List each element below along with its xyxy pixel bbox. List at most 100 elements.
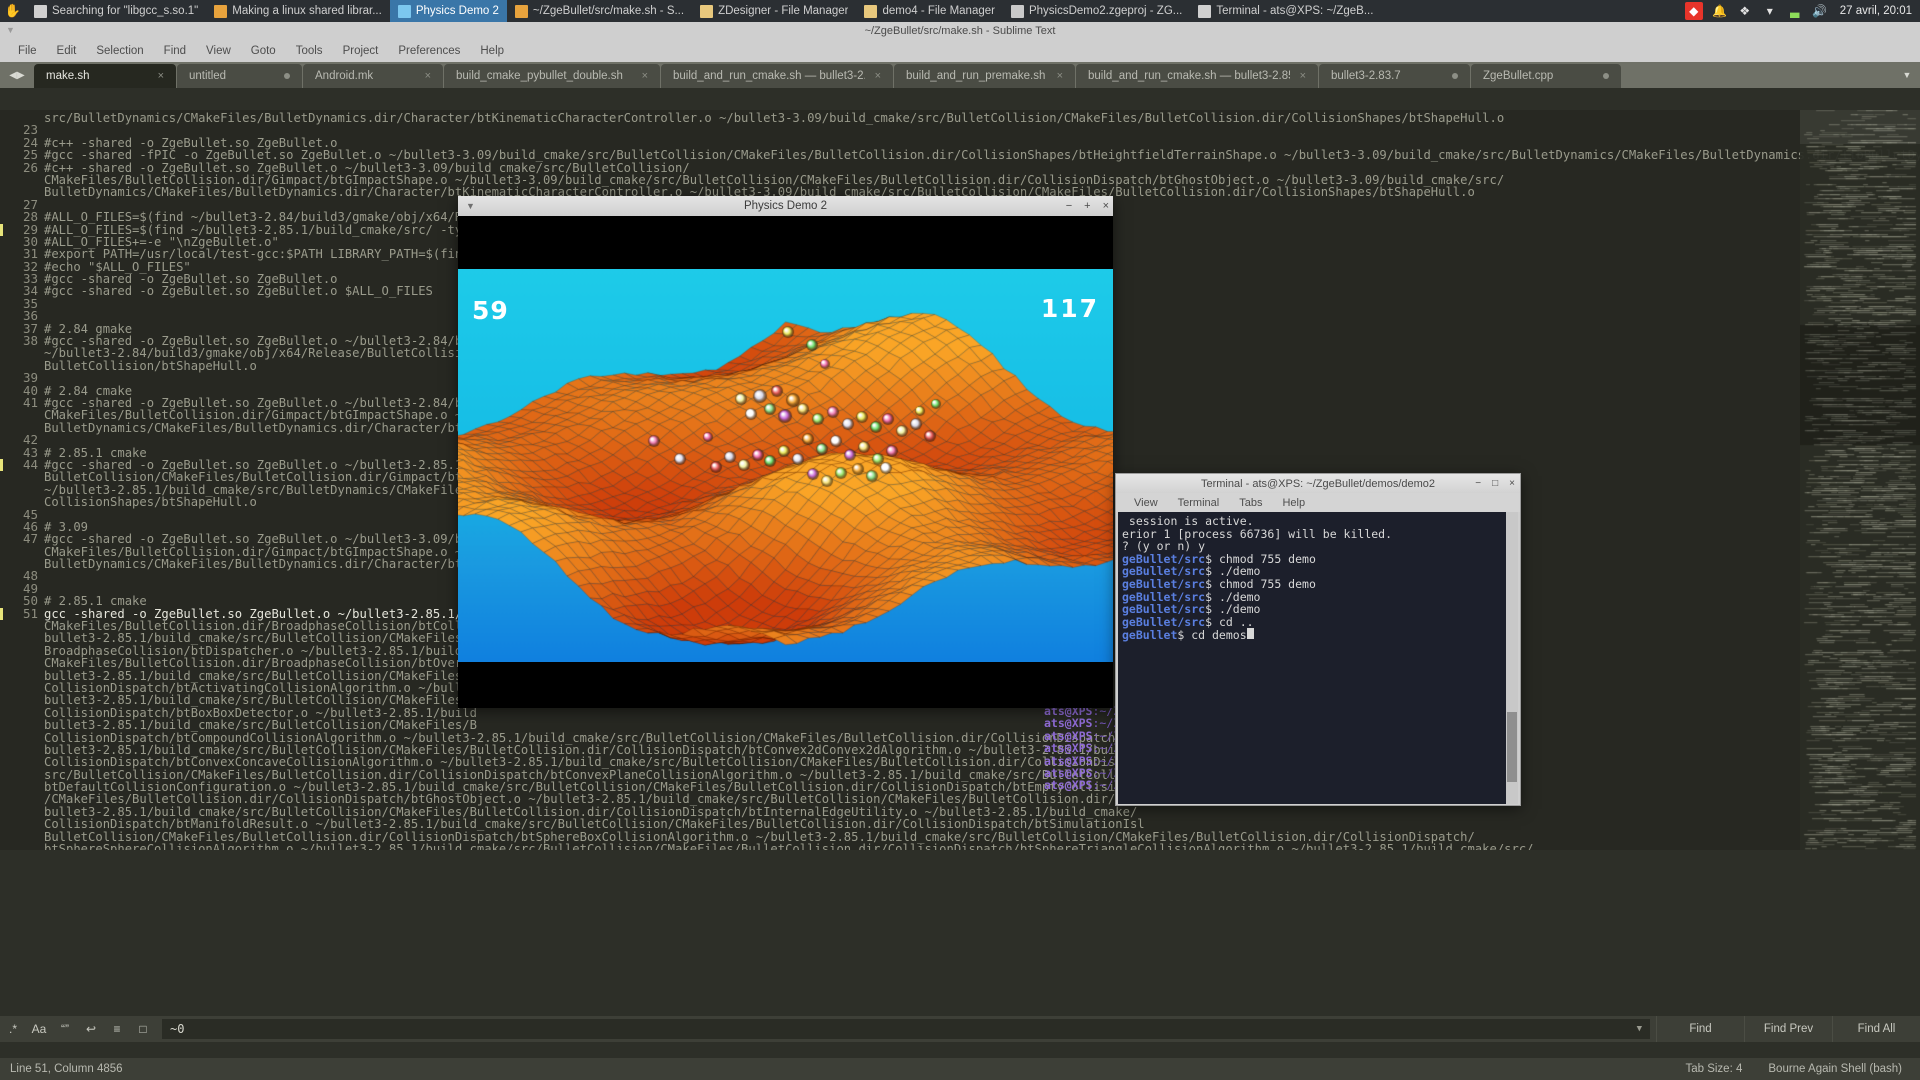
find-button[interactable]: Find <box>1656 1016 1744 1042</box>
editor-tab-7[interactable]: bullet3-2.83.7 <box>1319 64 1470 88</box>
window-menu-icon[interactable]: ▼ <box>466 201 475 211</box>
code-line: CollisionDispatch/btManifoldResult.o ~/b… <box>44 817 1145 832</box>
demo-render-canvas[interactable]: 59 117 <box>458 216 1113 708</box>
tab-nav-arrows[interactable]: ◀▶ <box>0 62 34 88</box>
maximize-button[interactable]: □ <box>1492 478 1498 489</box>
taskbar-item-1[interactable]: Making a linux shared librar... <box>206 0 390 22</box>
folder-icon <box>864 4 878 18</box>
taskbar-item-6[interactable]: PhysicsDemo2.zgeproj - ZG... <box>1003 0 1190 22</box>
taskbar-item-4[interactable]: ZDesigner - File Manager <box>692 0 856 22</box>
whole-word-icon[interactable]: “” <box>52 1016 78 1042</box>
chevron-down-icon[interactable]: ▼ <box>1637 1024 1642 1034</box>
menu-find[interactable]: Find <box>154 40 196 62</box>
editor-tab-0[interactable]: make.sh × <box>34 64 176 88</box>
line-number <box>0 719 38 731</box>
taskbar-item-3[interactable]: ~/ZgeBullet/src/make.sh - S... <box>507 0 692 22</box>
find-input-value: ~0 <box>170 1022 185 1036</box>
editor-tab-5[interactable]: build_and_run_premake.sh × <box>894 64 1075 88</box>
taskbar-item-0[interactable]: Searching for "libgcc_s.so.1" <box>26 0 206 22</box>
menu-edit[interactable]: Edit <box>47 40 87 62</box>
chevron-down-icon[interactable]: ▼ <box>6 25 15 35</box>
wrap-icon[interactable]: ↩ <box>78 1016 104 1042</box>
highlight-icon[interactable]: □ <box>130 1016 156 1042</box>
terminal-scrollbar[interactable] <box>1506 512 1518 804</box>
menu-view[interactable]: View <box>196 40 241 62</box>
tab-modified-dot[interactable] <box>1452 73 1458 79</box>
line-number: 26 <box>22 159 38 175</box>
find-prev-button[interactable]: Find Prev <box>1744 1016 1832 1042</box>
terminal-line: geBullet/src$ cd .. <box>1122 614 1254 629</box>
notification-bell-icon[interactable]: 🔔 <box>1712 3 1728 19</box>
terminal-menu-view[interactable]: View <box>1124 497 1168 509</box>
minimize-button[interactable]: − <box>1475 478 1481 489</box>
tab-close-icon[interactable]: × <box>1057 70 1063 82</box>
volume-icon[interactable]: 🔊 <box>1812 3 1828 19</box>
folder-icon <box>700 4 714 18</box>
taskbar-item-7[interactable]: Terminal - ats@XPS: ~/ZgeB... <box>1190 0 1381 22</box>
find-input[interactable]: ~0 ▼ <box>162 1019 1650 1039</box>
case-sensitive-icon[interactable]: Aa <box>26 1016 52 1042</box>
terminal-output[interactable]: session is active. erior 1 [process 66736… <box>1118 512 1506 804</box>
in-selection-icon[interactable]: ≡ <box>104 1016 130 1042</box>
editor-tab-2[interactable]: Android.mk × <box>303 64 443 88</box>
bookmark-marker <box>0 608 3 620</box>
line-number <box>0 818 38 830</box>
close-button[interactable]: × <box>1509 478 1515 489</box>
dropbox-red-icon[interactable]: ◆ <box>1684 2 1703 20</box>
tab-close-icon[interactable]: × <box>875 70 881 82</box>
menu-file[interactable]: File <box>8 40 47 62</box>
tab-modified-dot[interactable] <box>1603 73 1609 79</box>
editor-tab-3[interactable]: build_cmake_pybullet_double.sh × <box>444 64 660 88</box>
tab-close-icon[interactable]: × <box>425 70 431 82</box>
taskbar-item-5[interactable]: demo4 - File Manager <box>856 0 1003 22</box>
menu-project[interactable]: Project <box>333 40 389 62</box>
taskbar-item-2[interactable]: Physics Demo 2 <box>389 0 507 22</box>
start-menu-icon[interactable]: ✋ <box>0 0 26 22</box>
tab-label: build_and_run_cmake.sh — bullet3-2.84 <box>673 70 865 82</box>
clock[interactable]: 27 avril, 20:01 <box>1836 5 1920 17</box>
menu-selection[interactable]: Selection <box>86 40 153 62</box>
line-number <box>0 781 38 793</box>
sublime-titlebar: ▼ ~/ZgeBullet/src/make.sh - Sublime Text <box>0 22 1920 40</box>
tab-label: Android.mk <box>315 70 374 82</box>
syntax-mode[interactable]: Bourne Again Shell (bash) <box>1768 1063 1902 1075</box>
editor-tab-6[interactable]: build_and_run_cmake.sh — bullet3-2.85.1 × <box>1076 64 1318 88</box>
minimap[interactable] <box>1800 110 1920 850</box>
terminal-menu-help[interactable]: Help <box>1272 497 1315 509</box>
editor-tab-4[interactable]: build_and_run_cmake.sh — bullet3-2.84 × <box>661 64 893 88</box>
tab-modified-dot[interactable] <box>284 73 290 79</box>
tab-close-icon[interactable]: × <box>1300 70 1306 82</box>
tab-close-icon[interactable]: × <box>158 70 164 82</box>
menu-preferences[interactable]: Preferences <box>388 40 470 62</box>
minimize-button[interactable]: − <box>1066 200 1072 212</box>
tab-close-icon[interactable]: × <box>642 70 648 82</box>
battery-icon[interactable]: ▃ <box>1787 3 1803 19</box>
wifi-icon[interactable]: ▾ <box>1762 3 1778 19</box>
editor-tab-8[interactable]: ZgeBullet.cpp <box>1471 64 1621 88</box>
line-number <box>0 831 38 843</box>
menu-help[interactable]: Help <box>470 40 514 62</box>
tab-overflow-icon[interactable]: ▼ <box>1894 62 1920 88</box>
window-icon <box>397 4 411 18</box>
dropbox-icon[interactable]: ❖ <box>1737 3 1753 19</box>
code-line: bullet3-2.85.1/build_cmake/src/BulletCol… <box>44 718 477 733</box>
line-number <box>0 471 38 483</box>
minimap-viewport[interactable] <box>1800 110 1920 144</box>
maximize-button[interactable]: + <box>1084 200 1090 212</box>
find-all-button[interactable]: Find All <box>1832 1016 1920 1042</box>
code-line: CollisionDispatch/btConvexConcaveCollisi… <box>44 755 1424 770</box>
physics-demo-window[interactable]: ▼ Physics Demo 2 − + × 59 117 <box>458 196 1113 708</box>
line-number <box>0 732 38 744</box>
line-number <box>0 620 38 632</box>
tab-size[interactable]: Tab Size: 4 <box>1685 1063 1742 1075</box>
close-button[interactable]: × <box>1103 200 1109 212</box>
terminal-menu-tabs[interactable]: Tabs <box>1229 497 1272 509</box>
editor-tab-1[interactable]: untitled <box>177 64 302 88</box>
terminal-cursor <box>1246 628 1254 640</box>
terminal-window[interactable]: Terminal - ats@XPS: ~/ZgeBullet/demos/de… <box>1115 473 1521 806</box>
menu-tools[interactable]: Tools <box>286 40 333 62</box>
menu-goto[interactable]: Goto <box>241 40 286 62</box>
terminal-menu-terminal[interactable]: Terminal <box>1168 497 1230 509</box>
scrollbar-thumb[interactable] <box>1507 712 1517 782</box>
regex-icon[interactable]: .* <box>0 1016 26 1042</box>
